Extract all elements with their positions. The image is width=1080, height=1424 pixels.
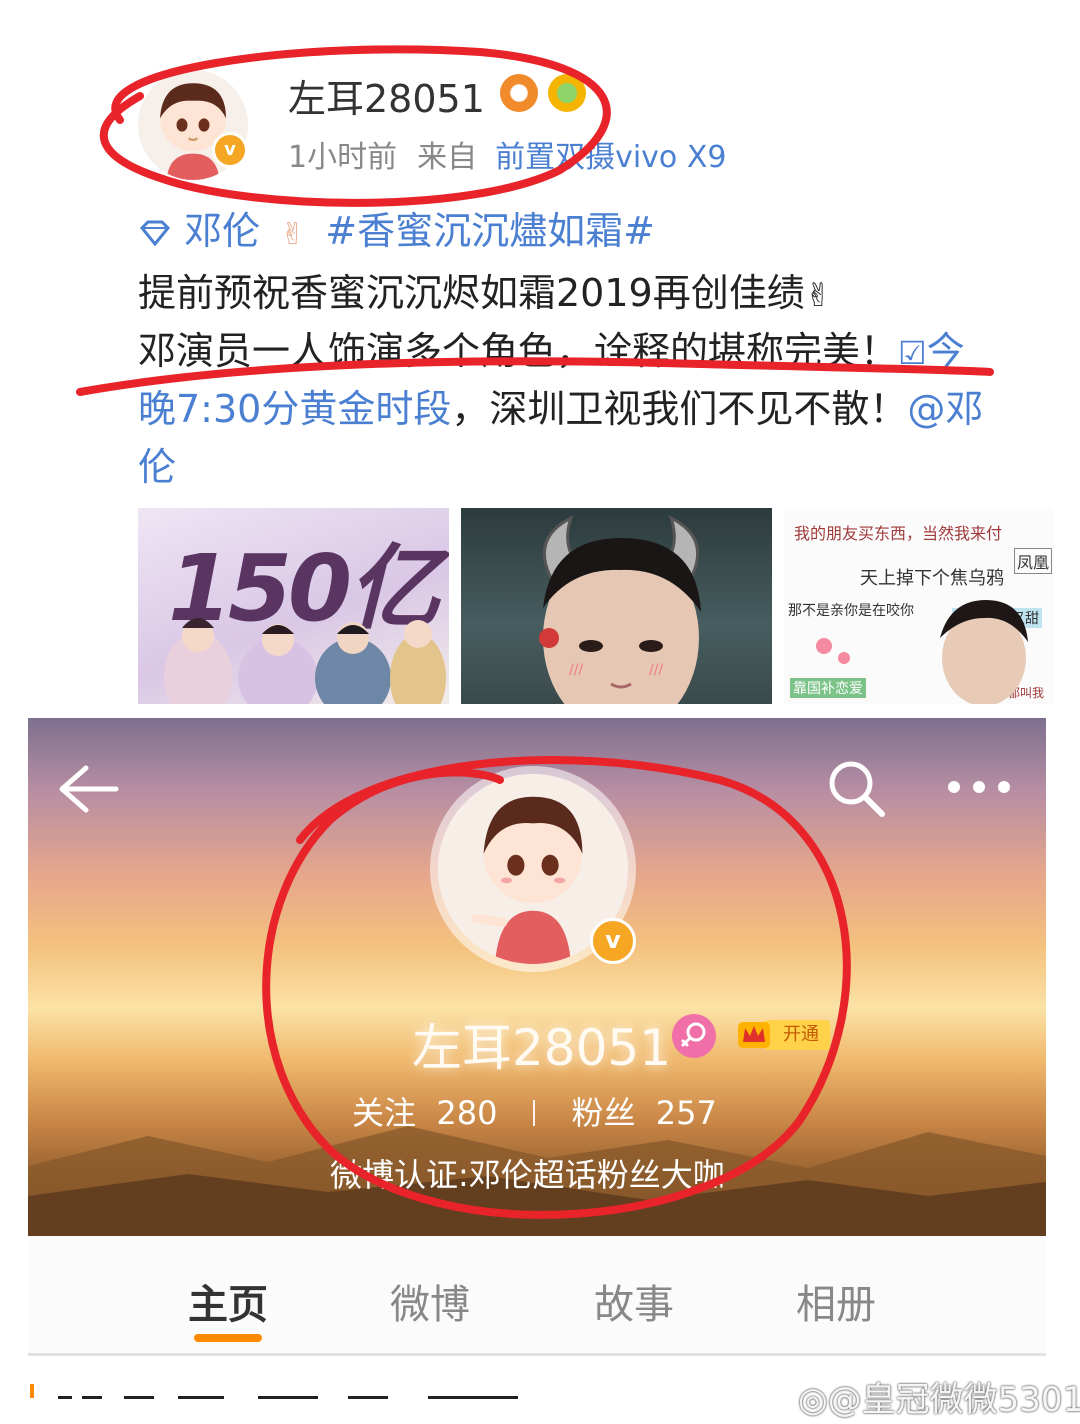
fan-badge-icon — [548, 74, 586, 112]
stats-divider — [533, 1100, 536, 1126]
verified-badge-icon: v — [212, 132, 248, 168]
profile-tabbar: 主页 微博 故事 相册 — [28, 1236, 1046, 1356]
super-topic-link[interactable]: 邓伦 — [184, 209, 260, 253]
verified-badge-icon: v — [590, 918, 636, 964]
tab-album[interactable]: 相册 — [796, 1272, 876, 1330]
followers-label: 粉丝 — [571, 1094, 636, 1132]
hashtag-link[interactable]: #香蜜沉沉燼如霜# — [325, 209, 655, 253]
profile-stats: 关注 280 粉丝 257 — [352, 1088, 717, 1134]
post-time: 1小时前 — [288, 140, 398, 175]
finger-heart-icon: ✌ — [280, 217, 306, 252]
post-text-line-2: 邓演员一人饰演多个角色，诠释的堪称完美！☑今 — [138, 320, 965, 375]
post-text: ，深圳卫视我们不见不散！ — [451, 387, 908, 431]
female-gender-icon — [672, 1014, 716, 1058]
tab-stories[interactable]: 故事 — [594, 1272, 674, 1330]
victory-hand-icon: ✌ — [804, 276, 832, 314]
watermark: ◎@皇冠微微53018 — [798, 1372, 1080, 1421]
checkin-icon: ☑ — [898, 334, 927, 372]
post-text-line-1: 提前预祝香蜜沉沉烬如霜2019再创佳绩✌ — [138, 262, 832, 317]
post-text: 提前预祝香蜜沉沉烬如霜2019再创佳绩 — [138, 271, 805, 315]
svg-text:///: /// — [649, 662, 663, 678]
followers-count: 257 — [655, 1094, 717, 1132]
post-meta: 1小时前 来自 前置双摄vivo X9 — [288, 132, 726, 176]
search-icon[interactable] — [826, 758, 886, 818]
profile-username: 左耳28051 — [412, 1019, 672, 1077]
verification-text: 微博认证:邓伦超话粉丝大咖 — [330, 1156, 725, 1194]
weibo-logo-icon: ◎ — [798, 1380, 828, 1420]
post-text: 邓演员一人饰演多个角色，诠释的堪称完美！ — [138, 329, 899, 373]
mention-link[interactable]: @邓 — [907, 387, 983, 431]
following-count: 280 — [436, 1094, 498, 1132]
back-arrow-icon[interactable] — [56, 764, 120, 814]
post-image-1[interactable]: 150亿 — [138, 508, 449, 704]
mention-link-cont[interactable]: 伦 — [138, 436, 176, 491]
event-link[interactable]: 今 — [927, 329, 965, 373]
followers-link[interactable]: 粉丝 257 — [571, 1094, 716, 1132]
active-tab-indicator — [194, 1334, 262, 1342]
profile-header: v 左耳28051 开通 关注 280 粉丝 257 微博认证:邓伦超话粉丝大咖 — [28, 718, 1046, 1236]
following-link[interactable]: 关注 280 — [352, 1094, 497, 1132]
post-from-label: 来自 — [417, 140, 478, 175]
post-image-2[interactable]: /// /// — [461, 508, 772, 704]
post-image-3[interactable]: 我的朋友买东西，当然我来付 天上掉下个焦乌鸦 凤凰 那不是亲你是在咬你 又苏又撩… — [784, 508, 1054, 704]
following-label: 关注 — [352, 1094, 417, 1132]
crown-icon — [738, 1022, 770, 1048]
member-badge-icon — [500, 74, 538, 112]
post-text-line-3: 晚7:30分黄金时段，深圳卫视我们不见不散！@邓 — [138, 378, 983, 433]
event-link-cont[interactable]: 晚7:30分黄金时段 — [138, 387, 451, 431]
post-username[interactable]: 左耳28051 — [288, 68, 485, 123]
svg-text:///: /// — [569, 662, 583, 678]
watermark-text: @皇冠微微53018 — [827, 1380, 1080, 1420]
post-images: 150亿 /// /// 我的朋友买东西，当然我来付 天上掉下个焦乌鸦 凤凰 那… — [138, 508, 1054, 704]
weibo-post: v 左耳28051 1小时前 来自 前置双摄vivo X9 邓伦 ✌ #香蜜沉沉燼如霜#… — [0, 0, 1080, 712]
diamond-icon — [138, 209, 184, 253]
topic-line: 邓伦 ✌ #香蜜沉沉燼如霜# — [138, 200, 655, 255]
tab-home[interactable]: 主页 — [188, 1272, 268, 1330]
vip-open-button[interactable]: 开通 — [734, 1014, 830, 1054]
post-source-link[interactable]: 前置双摄vivo X9 — [495, 140, 726, 175]
more-options-icon[interactable] — [946, 774, 1012, 800]
tab-weibo[interactable]: 微博 — [390, 1272, 470, 1330]
